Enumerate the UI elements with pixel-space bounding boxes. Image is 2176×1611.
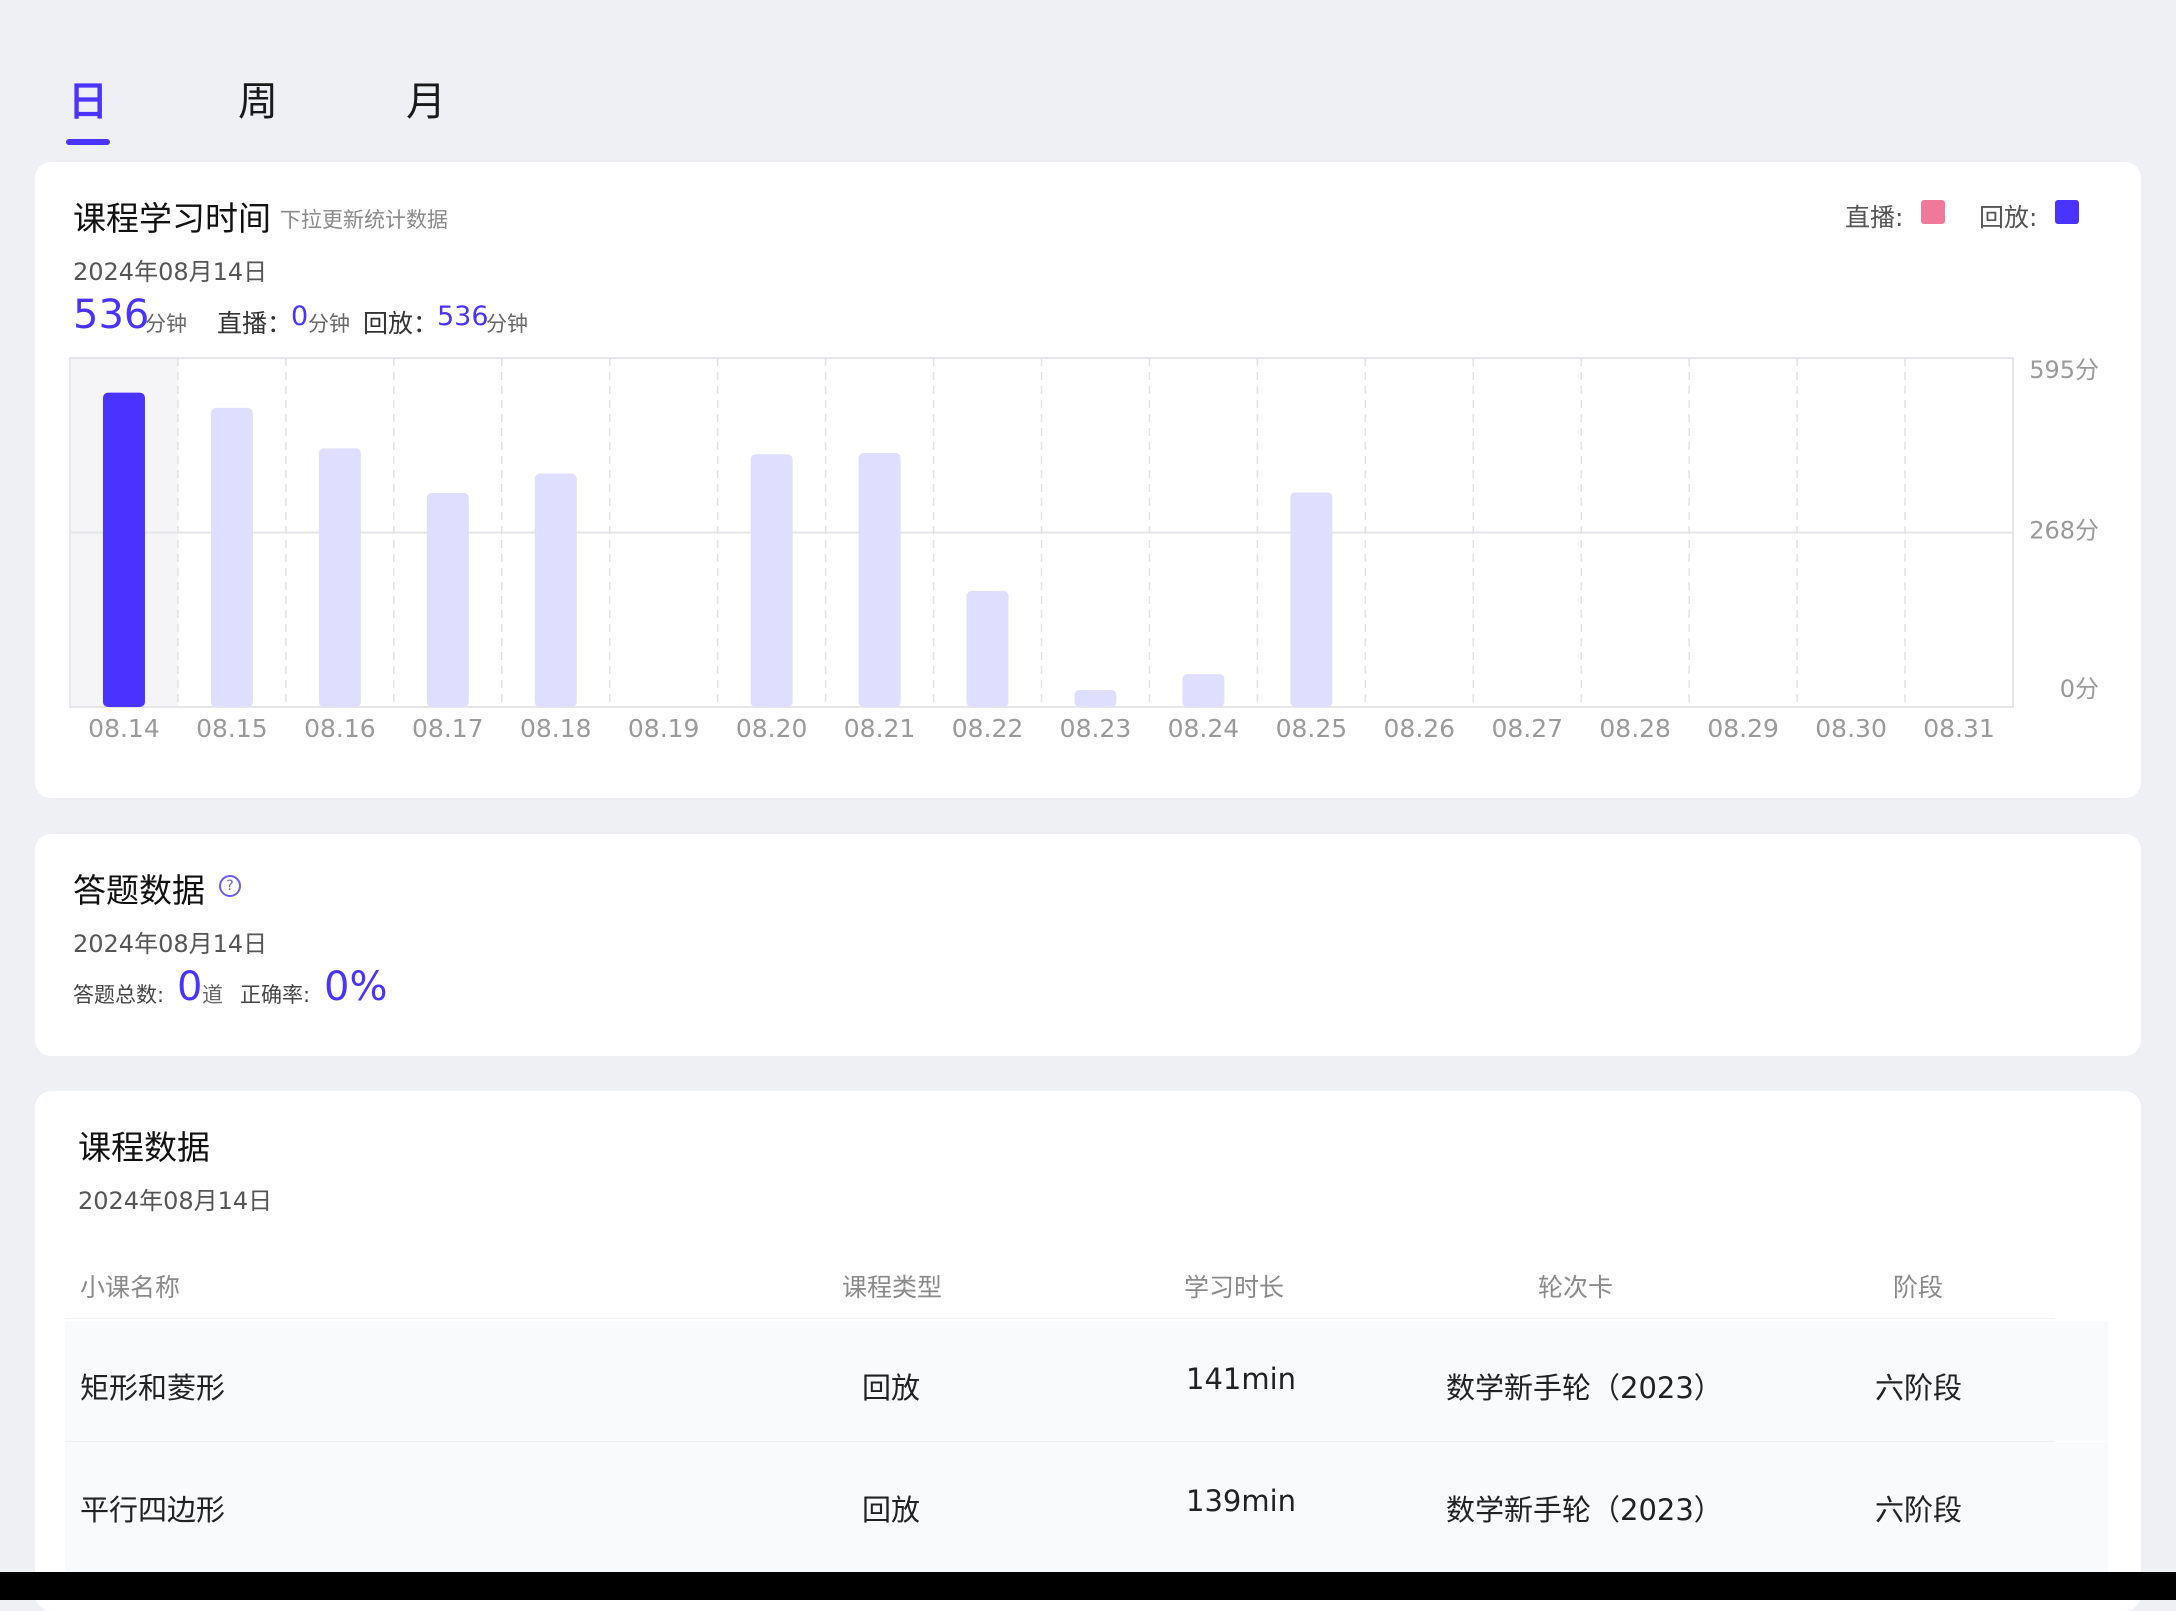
bar-08.21	[858, 453, 901, 707]
bar-08.22	[966, 590, 1009, 707]
quiz-accuracy-value: 0%	[324, 964, 388, 1010]
x-tick-label: 08.25	[1276, 714, 1348, 743]
tab-month[interactable]: 月	[406, 76, 446, 128]
header-stage: 阶段	[1893, 1273, 1944, 1302]
header-round-card: 轮次卡	[1538, 1273, 1614, 1302]
system-bottom-bar	[0, 1572, 2176, 1600]
bar-08.15	[210, 407, 253, 707]
quiz-total-unit: 道	[202, 983, 223, 1007]
x-tick-label: 08.28	[1599, 714, 1671, 743]
cell-course-type: 回放	[862, 1371, 921, 1405]
y-tick-label: 0分	[2060, 675, 2099, 703]
table-row[interactable]	[65, 1321, 2108, 1441]
cell-stage: 六阶段	[1875, 1371, 1963, 1405]
bar-08.24	[1182, 674, 1225, 707]
bar-08.16	[318, 448, 361, 707]
y-tick-label: 268分	[2029, 517, 2099, 545]
x-tick-label: 08.30	[1815, 714, 1887, 743]
course-title: 课程数据	[78, 1128, 210, 1167]
header-divider	[65, 1318, 2055, 1319]
quiz-total-label: 答题总数:	[73, 983, 165, 1007]
x-tick-label: 08.22	[952, 714, 1024, 743]
x-tick-label: 08.17	[412, 714, 484, 743]
cell-duration: 139min	[1186, 1484, 1297, 1518]
header-duration: 学习时长	[1184, 1273, 1285, 1302]
x-tick-label: 08.16	[304, 714, 376, 743]
quiz-card: 答题数据 ? 2024年08月14日 答题总数: 0 道 正确率: 0%	[35, 834, 2141, 1056]
x-tick-label: 08.20	[736, 714, 808, 743]
quiz-total-value: 0	[177, 964, 203, 1010]
tab-week[interactable]: 周	[238, 76, 278, 128]
bar-08.25	[1290, 492, 1333, 707]
x-tick-label: 08.26	[1384, 714, 1456, 743]
bar-08.18	[534, 473, 577, 707]
quiz-date: 2024年08月14日	[73, 930, 268, 958]
table-row[interactable]	[65, 1442, 2108, 1572]
x-tick-label: 08.24	[1168, 714, 1240, 743]
x-tick-label: 08.14	[88, 714, 160, 743]
x-tick-label: 08.31	[1923, 714, 1995, 743]
bar-08.17	[426, 492, 469, 707]
quiz-title: 答题数据	[73, 871, 205, 910]
tab-active-indicator	[66, 139, 110, 145]
x-tick-label: 08.15	[196, 714, 268, 743]
course-date: 2024年08月14日	[78, 1187, 273, 1215]
x-tick-label: 08.18	[520, 714, 592, 743]
x-tick-label: 08.21	[844, 714, 916, 743]
cell-round-card: 数学新手轮（2023）	[1446, 1493, 1723, 1527]
cell-course-name: 平行四边形	[80, 1493, 226, 1527]
bar-08.14	[102, 392, 145, 707]
x-tick-label: 08.27	[1491, 714, 1563, 743]
header-course-type: 课程类型	[842, 1273, 943, 1302]
header-course-name: 小课名称	[80, 1273, 181, 1302]
cell-course-name: 矩形和菱形	[80, 1371, 226, 1405]
cell-course-type: 回放	[862, 1493, 921, 1527]
cell-round-card: 数学新手轮（2023）	[1446, 1371, 1723, 1405]
period-tabs: 日 周 月	[0, 0, 2176, 160]
quiz-accuracy-label: 正确率:	[240, 983, 311, 1007]
x-tick-label: 08.29	[1707, 714, 1779, 743]
question-circle-icon[interactable]: ?	[219, 875, 241, 897]
cell-stage: 六阶段	[1875, 1493, 1963, 1527]
x-tick-label: 08.23	[1060, 714, 1132, 743]
y-tick-label: 595分	[2029, 356, 2099, 384]
cell-duration: 141min	[1186, 1362, 1297, 1396]
bar-08.20	[750, 454, 793, 707]
study-time-card: 课程学习时间 下拉更新统计数据 直播: 回放: 2024年08月14日 536 …	[35, 162, 2141, 798]
x-tick-label: 08.19	[628, 714, 700, 743]
study-time-bar-chart: 08.14 08.15 08.16 08.17 08.18 08.19 08.20 08.21…	[69, 356, 2099, 743]
bar-08.23	[1074, 689, 1117, 707]
tab-day[interactable]: 日	[68, 76, 108, 128]
